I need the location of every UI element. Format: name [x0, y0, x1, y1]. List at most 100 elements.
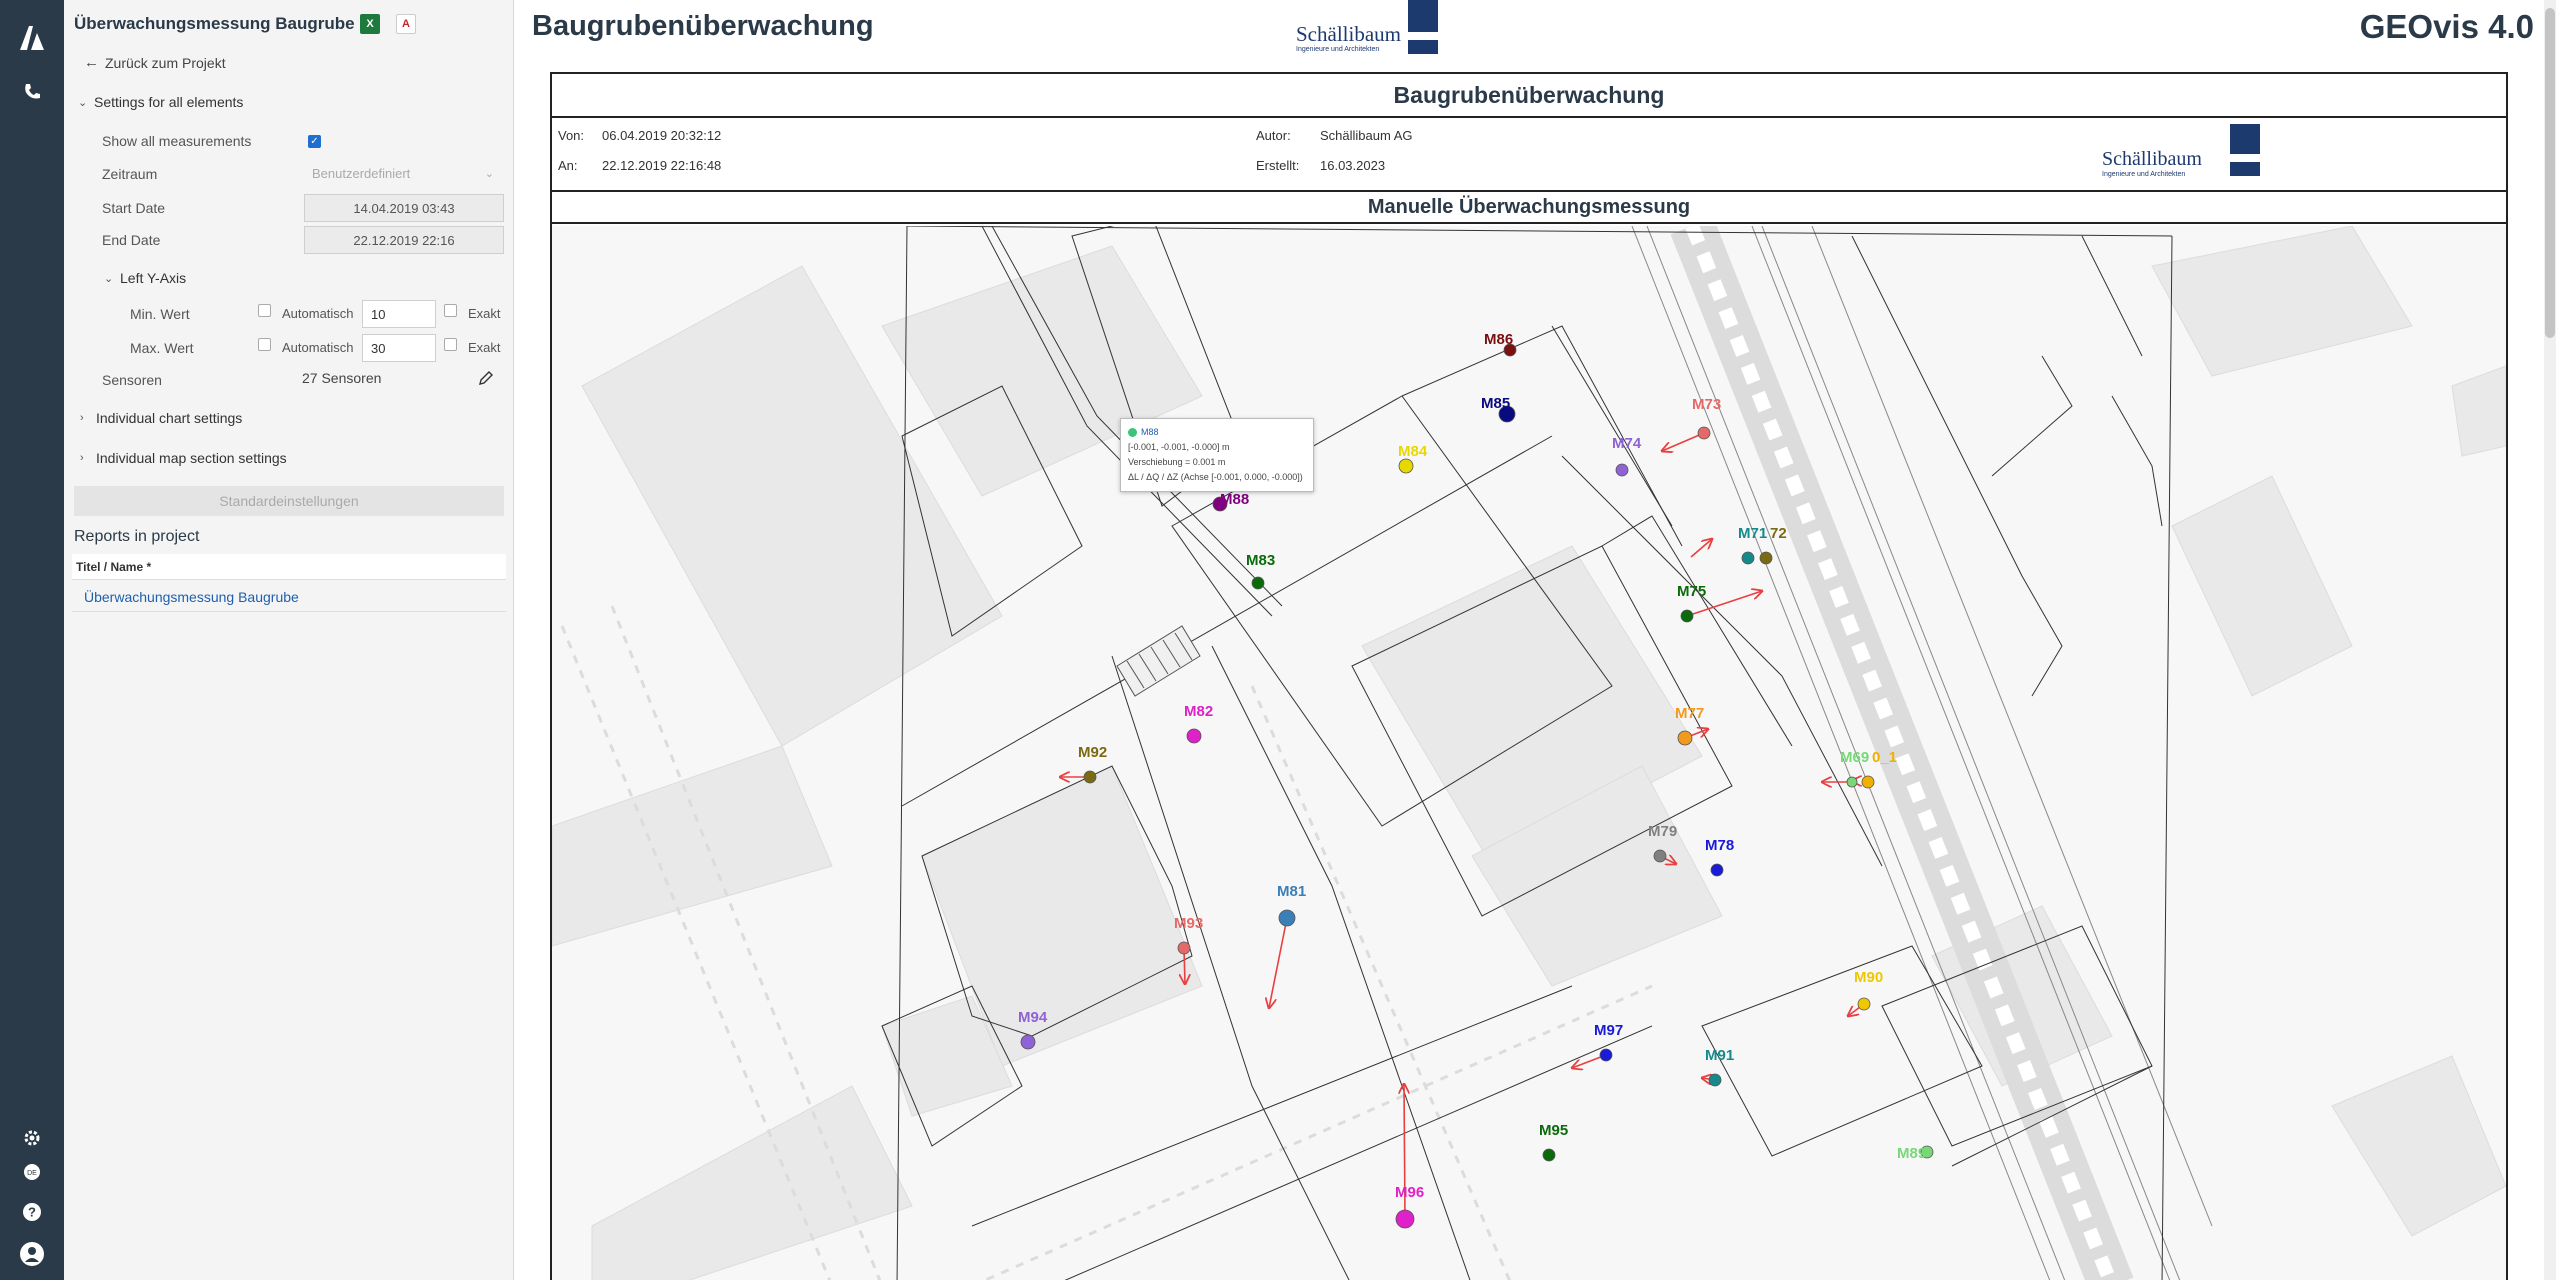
sensor-label-m77: M77 [1675, 705, 1704, 722]
sensor-label-m93: M93 [1174, 915, 1203, 932]
zeitraum-select[interactable]: Benutzerdefiniert ⌄ [312, 166, 494, 181]
sensor-marker-m79[interactable] [1653, 849, 1667, 863]
min-wert-input[interactable]: 10 [362, 300, 436, 328]
erstellt-value: 16.03.2023 [1320, 158, 1386, 173]
phone-icon[interactable] [16, 76, 48, 108]
language-icon[interactable]: DE [16, 1156, 48, 1188]
reports-heading: Reports in project [74, 528, 200, 545]
start-date-input[interactable]: 14.04.2019 03:43 [304, 194, 504, 222]
reports-col-title: Titel / Name * [76, 560, 152, 574]
sensor-marker-m97[interactable] [1599, 1048, 1613, 1062]
sensor-marker-m94[interactable] [1020, 1034, 1036, 1050]
autor-label: Autor: [1256, 128, 1291, 143]
max-wert-input[interactable]: 30 [362, 334, 436, 362]
sensor-marker-m96[interactable] [1395, 1209, 1415, 1229]
report-title: Baugrubenüberwachung [552, 74, 2506, 118]
report-list-item[interactable]: Überwachungsmessung Baugrube [72, 580, 506, 612]
left-axis-label: Left Y-Axis [120, 270, 187, 286]
defaults-button[interactable]: Standardeinstellungen [74, 486, 504, 516]
show-all-checkbox[interactable]: ✓ [308, 135, 321, 148]
pdf-export-icon[interactable]: A [396, 14, 416, 34]
min-auto-label: Automatisch [282, 306, 354, 321]
sensor-label-m75: M75 [1677, 583, 1706, 600]
sensor-label-m85: M85 [1481, 395, 1510, 412]
logo-wordmark: Schällibaum [2102, 148, 2202, 170]
sensor-marker-m78[interactable] [1710, 863, 1724, 877]
max-auto-label: Automatisch [282, 340, 354, 355]
sensor-marker-m95[interactable] [1542, 1148, 1556, 1162]
user-icon[interactable] [16, 1238, 48, 1270]
max-exact-checkbox[interactable] [444, 338, 457, 351]
excel-export-icon[interactable]: X [360, 14, 380, 34]
sensor-label-m91: M91 [1705, 1047, 1734, 1064]
map-settings-toggle[interactable]: › Individual map section settings [80, 450, 287, 466]
svg-text:?: ? [28, 1205, 36, 1220]
left-axis-toggle[interactable]: ⌄ Left Y-Axis [104, 270, 186, 286]
max-exact-label: Exakt [468, 340, 501, 355]
back-label: Zurück zum Projekt [105, 54, 226, 71]
sensors-count: 27 Sensoren [302, 370, 382, 386]
tooltip-line3: ΔL / ΔQ / ΔZ (Achse [-0.001, 0.000, -0.0… [1128, 472, 1303, 482]
chart-settings-toggle[interactable]: › Individual chart settings [80, 410, 242, 426]
sensor-label-m73: M73 [1692, 396, 1721, 413]
sensor-label-m96: M96 [1395, 1184, 1424, 1201]
sensor-marker-m73[interactable] [1697, 426, 1711, 440]
sensor-label-m69: M69 [1840, 749, 1869, 766]
sensor-marker-m69[interactable] [1846, 776, 1858, 788]
sensor-marker-m81[interactable] [1278, 909, 1296, 927]
panel-title: Überwachungsmessung Baugrube [74, 14, 355, 33]
arrow-left-icon: ← [84, 54, 99, 71]
sensor-marker-0_1[interactable] [1861, 775, 1875, 789]
chevron-down-icon: ⌄ [104, 272, 114, 285]
back-to-project-link[interactable]: ← Zurück zum Projekt [84, 54, 226, 71]
logo-tagline: Ingenieure und Architekten [2102, 171, 2186, 178]
sensor-label-m90: M90 [1854, 969, 1883, 986]
sensor-label-m82: M82 [1184, 703, 1213, 720]
edit-sensors-icon[interactable] [478, 370, 494, 386]
sensor-label-m92: M92 [1078, 744, 1107, 761]
report-item-link[interactable]: Überwachungsmessung Baugrube [84, 589, 299, 605]
settings-icon[interactable] [16, 1122, 48, 1154]
sensor-marker-m82[interactable] [1186, 728, 1202, 744]
sensor-marker-m90[interactable] [1857, 997, 1871, 1011]
sensor-marker-m91[interactable] [1708, 1073, 1722, 1087]
sensor-marker-m83[interactable] [1251, 576, 1265, 590]
max-wert-label: Max. Wert [130, 340, 194, 356]
app-logo-icon[interactable] [16, 22, 48, 54]
product-name: GEOvis 4.0 [2359, 8, 2534, 45]
report-subtitle: Manuelle Überwachungsmessung [552, 190, 2506, 224]
sensor-marker-m92[interactable] [1083, 770, 1097, 784]
min-auto-checkbox[interactable] [258, 304, 271, 317]
sensor-label-m97: M97 [1594, 1022, 1623, 1039]
map-canvas: M86 M85 M84 M88 M83 M74 M73 M71 72 M75 M77 M82 M92 M6… [552, 226, 2506, 1280]
sensor-marker-m71[interactable] [1741, 551, 1755, 565]
sensor-label-m79: M79 [1648, 823, 1677, 840]
sensor-marker-m84[interactable] [1398, 458, 1414, 474]
chevron-down-icon: ⌄ [484, 168, 494, 180]
company-logo: Schällibaum Ingenieure und Architekten [1296, 0, 1456, 56]
monitoring-map[interactable]: M86 M85 M84 M88 M83 M74 M73 M71 72 M75 M77 M82 M92 M6… [552, 226, 2506, 1280]
end-date-label: End Date [102, 232, 161, 248]
autor-value: Schällibaum AG [1320, 128, 1413, 143]
report-company-logo: Schällibaum Ingenieure und Architekten [2102, 124, 2262, 184]
settings-section-toggle[interactable]: ⌄ Settings for all elements [78, 94, 243, 110]
sensor-label-72: 72 [1770, 525, 1787, 542]
sensor-marker-m77[interactable] [1677, 730, 1693, 746]
sensor-marker-m93[interactable] [1177, 941, 1191, 955]
max-auto-checkbox[interactable] [258, 338, 271, 351]
sensor-label-m74: M74 [1612, 435, 1642, 452]
sensor-label-m81: M81 [1277, 883, 1306, 900]
reports-table-header[interactable]: Titel / Name * [72, 554, 506, 580]
page-scrollbar-thumb[interactable] [2545, 8, 2555, 338]
min-exact-checkbox[interactable] [444, 304, 457, 317]
sensor-marker-m74[interactable] [1615, 463, 1629, 477]
sensor-label-m95: M95 [1539, 1122, 1568, 1139]
sensor-label-m86: M86 [1484, 331, 1513, 348]
sensor-marker-72[interactable] [1759, 551, 1773, 565]
help-icon[interactable]: ? [16, 1196, 48, 1228]
chevron-right-icon: › [80, 412, 84, 424]
sensor-marker-m75[interactable] [1680, 609, 1694, 623]
page-header: Baugrubenüberwachung Schällibaum Ingenie… [514, 0, 2544, 56]
page-title: Baugrubenüberwachung [532, 10, 874, 42]
end-date-input[interactable]: 22.12.2019 22:16 [304, 226, 504, 254]
